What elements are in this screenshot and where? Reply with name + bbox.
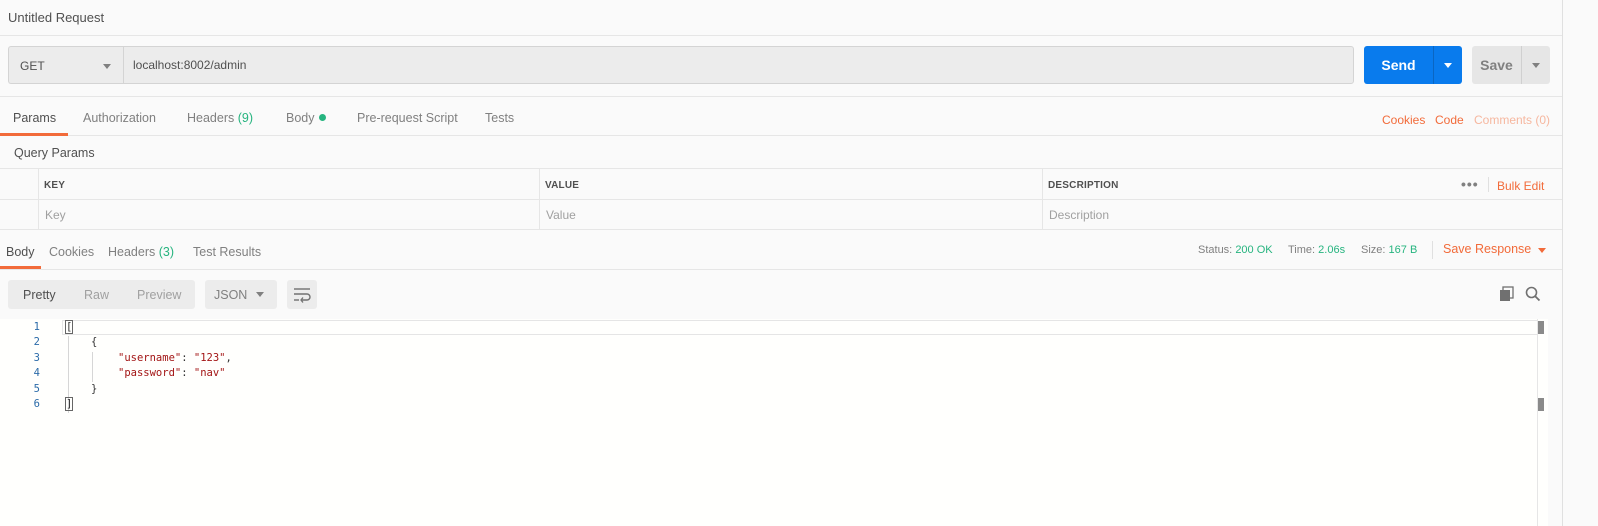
time-value[interactable]: 2.06s <box>1318 244 1345 256</box>
code-line-4: "password": "nav" <box>118 367 225 379</box>
line-number: 4 <box>33 367 40 379</box>
description-input[interactable]: Description <box>1049 208 1109 222</box>
active-tab-indicator <box>0 133 68 136</box>
response-body-editor[interactable]: 1 2 3 4 5 6 [ { "username": "123", "pass… <box>0 319 1548 526</box>
chevron-down-icon <box>256 292 264 297</box>
line-number-gutter: 1 2 3 4 5 6 <box>0 319 50 526</box>
row-divider <box>0 199 1562 200</box>
tab-headers-label: Headers <box>187 111 235 125</box>
chevron-down-icon <box>1532 63 1540 68</box>
copy-icon[interactable] <box>1499 286 1515 305</box>
tab-params[interactable]: Params <box>13 111 56 125</box>
cookies-link[interactable]: Cookies <box>1382 113 1425 127</box>
headers-count: (9) <box>237 111 254 125</box>
response-headers-count: (3) <box>158 245 175 259</box>
pretty-button[interactable]: Pretty <box>23 288 56 302</box>
scrollbar-marker <box>1538 321 1544 334</box>
status-label: Status: <box>1198 244 1233 256</box>
query-params-table: KEY VALUE DESCRIPTION ••• Bulk Edit Key … <box>0 168 1562 230</box>
view-mode-toggle: Pretty Raw Preview <box>8 280 195 309</box>
wrap-lines-icon <box>294 288 311 303</box>
format-select[interactable]: JSON <box>205 280 277 309</box>
column-header-value: VALUE <box>545 180 580 191</box>
url-input[interactable] <box>123 46 1354 84</box>
save-dropdown-button[interactable] <box>1521 46 1550 84</box>
preview-button[interactable]: Preview <box>137 288 181 302</box>
tab-tests[interactable]: Tests <box>485 111 514 125</box>
active-line-highlight <box>62 320 1548 335</box>
tab-authorization[interactable]: Authorization <box>83 111 156 125</box>
indent-guide <box>92 352 93 382</box>
json-key: "password" <box>118 367 182 379</box>
save-button[interactable]: Save <box>1472 46 1521 84</box>
save-response-button[interactable]: Save Response <box>1443 242 1546 256</box>
json-separator: : <box>181 352 194 364</box>
comments-link[interactable]: Comments (0) <box>1474 113 1550 127</box>
value-input[interactable]: Value <box>546 208 576 222</box>
line-number: 5 <box>33 383 40 395</box>
response-tab-headers-label: Headers <box>108 245 156 259</box>
code-line-2: { <box>91 336 98 348</box>
code-link[interactable]: Code <box>1435 113 1464 127</box>
response-tabs: Body Cookies Headers (3) Test Results St… <box>0 236 1562 270</box>
response-tab-cookies[interactable]: Cookies <box>49 245 94 259</box>
code-line-5: } <box>91 383 98 395</box>
response-tab-body[interactable]: Body <box>6 245 35 259</box>
line-number: 2 <box>33 336 40 348</box>
format-label: JSON <box>214 288 248 302</box>
column-header-key: KEY <box>44 180 66 191</box>
method-select[interactable]: GET <box>8 46 123 84</box>
time-label: Time: <box>1288 244 1316 256</box>
status-value[interactable]: 200 OK <box>1235 244 1272 256</box>
line-number: 6 <box>33 398 40 410</box>
bulk-edit-link[interactable]: Bulk Edit <box>1497 179 1544 193</box>
send-button[interactable]: Send <box>1364 46 1433 84</box>
time-readout: Time: 2.06s <box>1288 244 1345 256</box>
save-response-label: Save Response <box>1443 242 1532 256</box>
tab-pre-request-script[interactable]: Pre-request Script <box>357 111 458 125</box>
title-bar: Untitled Request <box>0 0 1562 36</box>
size-value[interactable]: 167 B <box>1389 244 1418 256</box>
query-params-title: Query Params <box>14 146 95 160</box>
wrap-lines-button[interactable] <box>287 280 317 309</box>
send-dropdown-button[interactable] <box>1433 46 1462 84</box>
code-line-1: [ <box>66 321 73 333</box>
line-number: 1 <box>33 321 40 333</box>
raw-button[interactable]: Raw <box>84 288 109 302</box>
request-title[interactable]: Untitled Request <box>8 10 104 25</box>
json-separator: : <box>181 367 194 379</box>
json-string: "nav" <box>193 367 226 379</box>
tab-body-label: Body <box>286 111 315 125</box>
divider <box>1432 241 1433 259</box>
vertical-scrollbar[interactable] <box>1537 319 1548 526</box>
search-icon[interactable] <box>1525 286 1541 305</box>
size-readout: Size: 167 B <box>1361 244 1417 256</box>
response-tab-headers[interactable]: Headers (3) <box>108 245 174 259</box>
key-input[interactable]: Key <box>45 208 66 222</box>
tab-body[interactable]: Body <box>286 111 326 125</box>
chevron-down-icon <box>1444 63 1452 68</box>
request-tabs: Params Authorization Headers (9) Body Pr… <box>0 96 1562 136</box>
active-tab-indicator <box>0 266 41 269</box>
right-edge-panel <box>1562 0 1598 526</box>
tab-headers[interactable]: Headers (9) <box>187 111 253 125</box>
body-indicator-dot <box>318 114 326 121</box>
json-string: "123" <box>193 352 226 364</box>
json-key: "username" <box>118 352 182 364</box>
line-number: 3 <box>33 352 40 364</box>
chevron-down-icon <box>103 64 111 69</box>
code-line-3: "username": "123", <box>118 352 232 364</box>
more-options-icon[interactable]: ••• <box>1461 176 1479 192</box>
size-label: Size: <box>1361 244 1386 256</box>
divider <box>1488 177 1489 192</box>
chevron-down-icon <box>1538 248 1546 253</box>
response-tab-test-results[interactable]: Test Results <box>193 245 261 259</box>
status-readout: Status: 200 OK <box>1198 244 1273 256</box>
json-comma: , <box>225 352 232 364</box>
code-line-6: ] <box>66 398 73 410</box>
method-label: GET <box>20 59 45 73</box>
column-header-description: DESCRIPTION <box>1048 180 1119 191</box>
scrollbar-marker <box>1538 398 1544 411</box>
